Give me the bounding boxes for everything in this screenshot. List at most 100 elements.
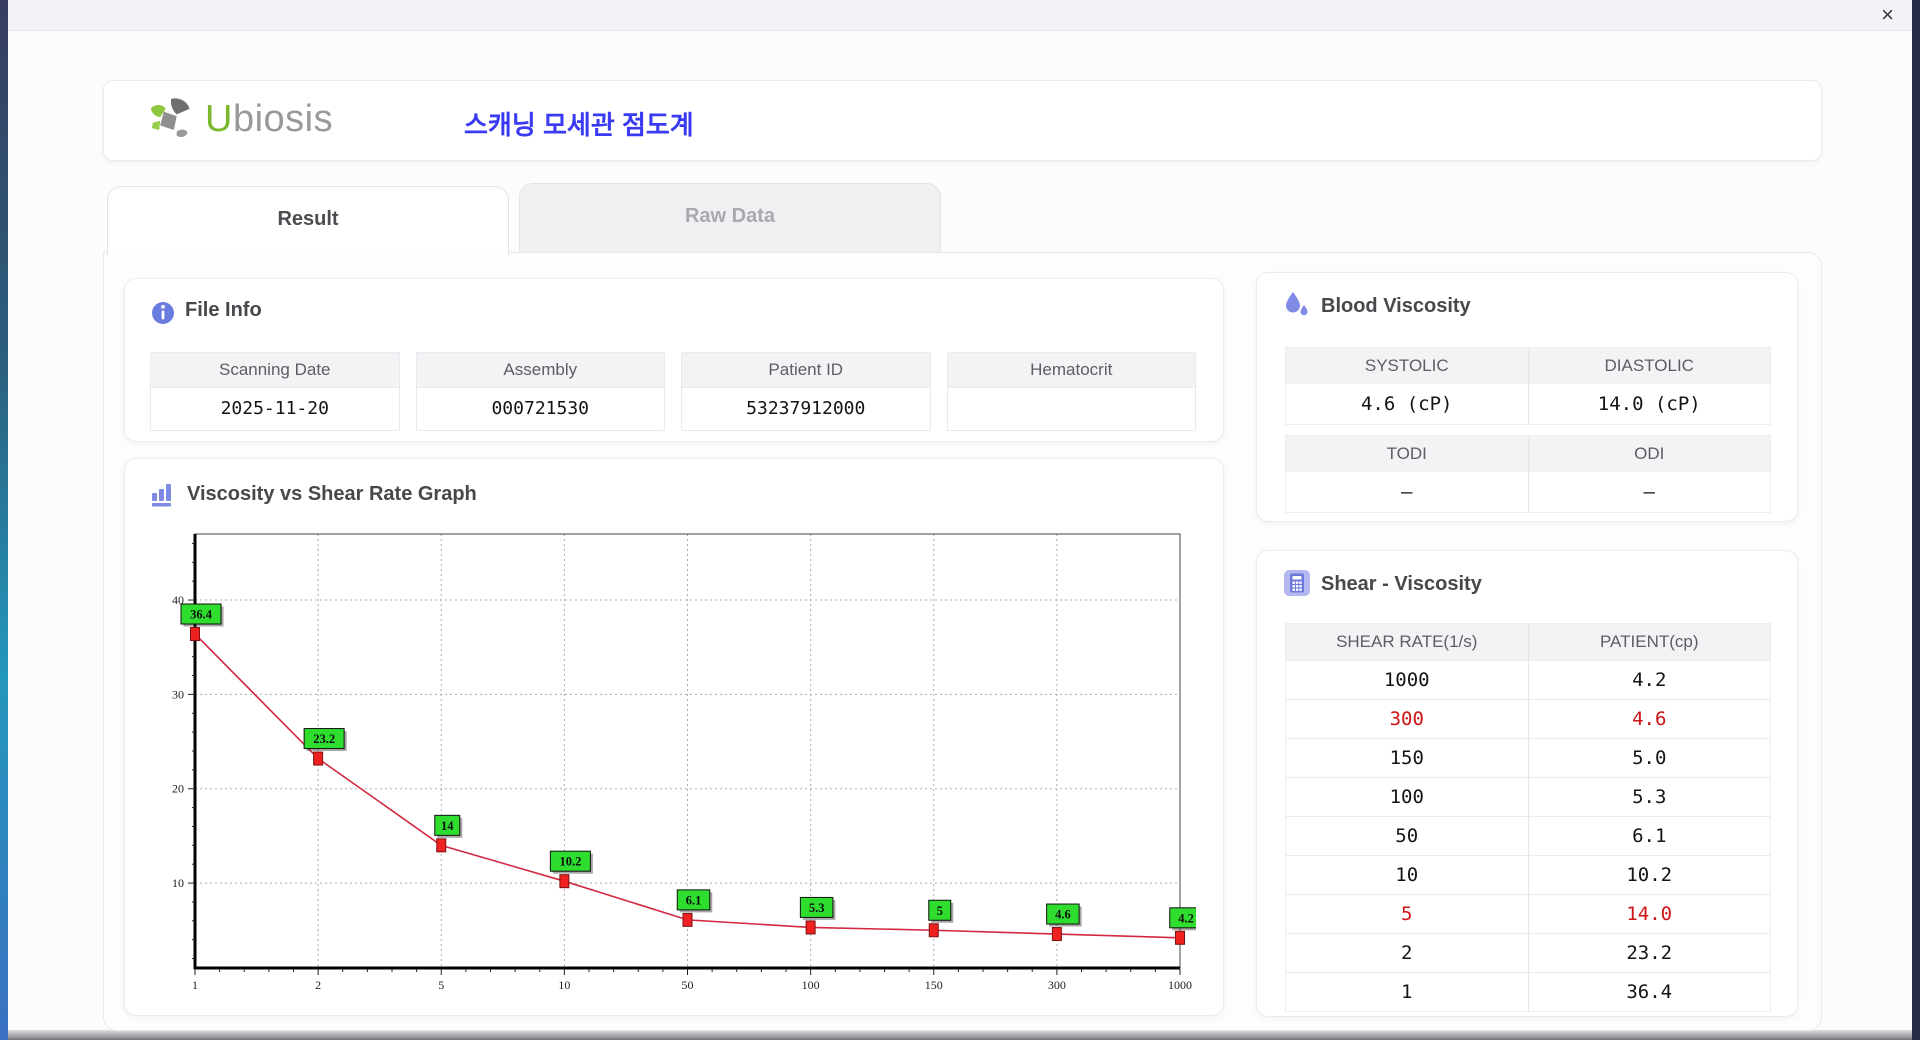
file-info-label: Assembly — [416, 353, 664, 388]
viscosity-shear-chart: 102030401 2 5 10 50 100 150 300 100036.423.21410… — [172, 533, 1196, 992]
data-point-label: 10.2 — [559, 855, 581, 869]
table-row: 1 36.4 — [1286, 973, 1770, 1011]
file-info-value — [947, 388, 1195, 430]
patient-cp-cell: 5.3 — [1528, 778, 1770, 816]
bv-row: 4.6 (cP) 14.0 (cP) — [1286, 384, 1770, 424]
patient-cp-cell: 4.2 — [1528, 661, 1770, 699]
shear-rate-cell: 300 — [1286, 700, 1529, 738]
header-card: Ubiosis 스캐닝 모세관 점도계 — [103, 80, 1822, 161]
systolic-diastolic-table: SYSTOLIC DIASTOLIC 4.6 (cP) 14.0 (cP) — [1285, 347, 1771, 425]
bv-header-cell: DIASTOLIC — [1528, 348, 1770, 384]
data-point-marker — [559, 874, 570, 889]
bv-header-cell: TODI — [1286, 436, 1529, 472]
data-point-label: 36.4 — [190, 608, 213, 622]
brand-wordmark: Ubiosis — [205, 97, 334, 140]
data-point-marker — [805, 920, 816, 935]
table-row: 1000 4.2 — [1286, 661, 1770, 700]
y-tick-label: 20 — [172, 782, 184, 796]
ubiosis-leaf-icon — [151, 98, 190, 138]
shear-viscosity-table: SHEAR RATE(1/s) PATIENT(cp) 1000 4.2 300 4.6 1… — [1285, 623, 1771, 1012]
shear-rate-cell: 1000 — [1286, 661, 1529, 699]
data-point-label: 23.2 — [313, 732, 335, 746]
data-point-marker — [928, 923, 939, 938]
bv-header-cell: SYSTOLIC — [1286, 348, 1529, 384]
data-point-marker — [190, 627, 200, 642]
patient-cp-cell: 10.2 — [1528, 856, 1770, 894]
brand-logo: Ubiosis — [149, 97, 333, 141]
file-info-field: Hematocrit — [946, 352, 1196, 431]
window-bottom-edge — [8, 1030, 1912, 1040]
data-point-marker — [1175, 930, 1185, 945]
table-row: 300 4.6 — [1286, 700, 1770, 739]
calculator-icon — [1284, 570, 1310, 596]
shear-rate-cell: 150 — [1286, 739, 1529, 777]
x-tick-label: 10 — [558, 978, 570, 992]
x-tick-label: 1000 — [1168, 978, 1192, 992]
x-tick-label: 100 — [802, 978, 820, 992]
data-point-label: 4.6 — [1055, 908, 1071, 922]
close-icon[interactable]: × — [1881, 2, 1894, 28]
file-info-label: Hematocrit — [947, 353, 1195, 388]
todi-odi-table: TODI ODI – – — [1285, 435, 1771, 513]
file-info-label: Scanning Date — [151, 353, 399, 388]
data-point-label: 5 — [937, 904, 943, 918]
shear-header-row: SHEAR RATE(1/s) PATIENT(cp) — [1286, 624, 1770, 661]
shear-rate-cell: 100 — [1286, 778, 1529, 816]
bv-row: TODI ODI — [1286, 436, 1770, 472]
x-tick-label: 150 — [925, 978, 943, 992]
bv-value-cell: 4.6 (cP) — [1286, 384, 1529, 424]
file-info-field: Scanning Date 2025-11-20 — [150, 352, 400, 431]
window-titlebar: × — [8, 0, 1912, 31]
desktop-background-strip-right — [1912, 0, 1920, 1040]
table-row: 5 14.0 — [1286, 895, 1770, 934]
app-title-korean: 스캐닝 모세관 점도계 — [464, 110, 694, 140]
table-row: 2 23.2 — [1286, 934, 1770, 973]
table-row: 150 5.0 — [1286, 739, 1770, 778]
x-tick-label: 2 — [315, 978, 321, 992]
x-tick-label: 1 — [192, 978, 198, 992]
patient-cp-cell: 23.2 — [1528, 934, 1770, 972]
file-info-field: Assembly 000721530 — [415, 352, 665, 431]
y-tick-label: 30 — [172, 687, 184, 701]
shear-rate-cell: 5 — [1286, 895, 1529, 933]
x-tick-label: 5 — [438, 978, 444, 992]
shear-rate-cell: 10 — [1286, 856, 1529, 894]
blood-viscosity-card: Blood Viscosity SYSTOLIC DIASTOLIC 4.6 (cP… — [1256, 272, 1798, 522]
shear-header-cell: SHEAR RATE(1/s) — [1286, 624, 1529, 660]
file-info-value: 53237912000 — [682, 388, 930, 430]
desktop-background-strip — [0, 0, 8, 1040]
tab-result[interactable]: Result — [107, 186, 509, 255]
bv-value-cell: – — [1286, 472, 1529, 512]
file-info-label: Patient ID — [682, 353, 930, 388]
data-point-label: 14 — [441, 819, 454, 833]
shear-viscosity-title: Shear - Viscosity — [1321, 573, 1482, 595]
data-point-marker — [436, 838, 447, 853]
patient-cp-cell: 36.4 — [1528, 973, 1770, 1011]
shear-header-cell: PATIENT(cp) — [1528, 624, 1770, 660]
table-row: 50 6.1 — [1286, 817, 1770, 856]
shear-rate-cell: 2 — [1286, 934, 1529, 972]
info-icon — [152, 302, 174, 324]
bar-chart-icon — [152, 484, 171, 507]
table-row: 100 5.3 — [1286, 778, 1770, 817]
bv-value-cell: – — [1528, 472, 1770, 512]
shear-viscosity-card: Shear - Viscosity SHEAR RATE(1/s) PATIENT… — [1256, 550, 1798, 1017]
blood-viscosity-title: Blood Viscosity — [1321, 295, 1471, 317]
data-point-marker — [1051, 927, 1062, 942]
bv-header-cell: ODI — [1528, 436, 1770, 472]
tab-raw-data[interactable]: Raw Data — [519, 183, 941, 253]
file-info-fields: Scanning Date 2025-11-20 Assembly 000721530… — [150, 352, 1196, 431]
x-tick-label: 300 — [1048, 978, 1066, 992]
bv-row: SYSTOLIC DIASTOLIC — [1286, 348, 1770, 384]
x-tick-label: 50 — [682, 978, 694, 992]
patient-cp-cell: 6.1 — [1528, 817, 1770, 855]
data-point-marker — [313, 751, 324, 766]
graph-title: Viscosity vs Shear Rate Graph — [187, 483, 477, 505]
shear-rate-cell: 1 — [1286, 973, 1529, 1011]
data-point-marker — [682, 912, 693, 927]
data-point-label: 5.3 — [809, 901, 825, 915]
table-row: 10 10.2 — [1286, 856, 1770, 895]
file-info-value: 000721530 — [416, 388, 664, 430]
data-point-label: 6.1 — [686, 893, 702, 907]
data-point-label: 4.2 — [1178, 911, 1194, 925]
